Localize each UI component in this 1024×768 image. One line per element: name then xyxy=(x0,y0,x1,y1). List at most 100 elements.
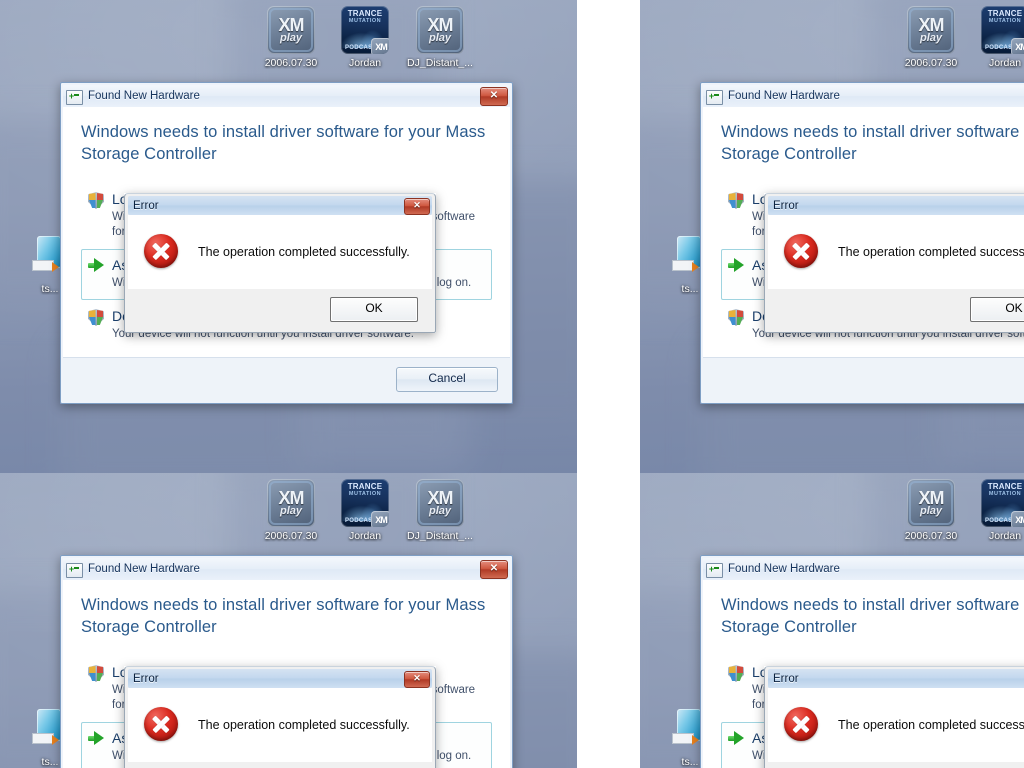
desktop-icon-xmplay-2[interactable]: XM play DJ_Distant_... xyxy=(402,6,478,69)
fnh-headline: Windows needs to install driver software… xyxy=(81,123,486,163)
error-body: The operation completed successfully. xyxy=(128,215,432,289)
desktop-icon-label: 2006.07.30 xyxy=(904,57,958,69)
error-titlebar[interactable]: Error ✕ xyxy=(768,669,1024,688)
green-arrow-icon xyxy=(728,256,752,291)
ok-button[interactable]: OK xyxy=(330,296,418,322)
desktop-icon-xmplay-1[interactable]: XM play 2006.07.30 xyxy=(253,479,329,542)
error-message: The operation completed successfully. xyxy=(198,245,410,259)
xmplay-logo-top: XM xyxy=(278,487,305,508)
desktop-icon-label: 2006.07.30 xyxy=(264,530,318,542)
tile-seam-vertical xyxy=(577,0,640,768)
error-message: The operation completed successfully. xyxy=(838,245,1024,259)
uac-shield-icon xyxy=(728,190,752,240)
desktop-icon-label: DJ_Distant_... xyxy=(407,530,473,542)
uac-shield-icon xyxy=(88,307,112,342)
desktop-icon-label: Jordan xyxy=(348,57,382,69)
xmplay-logo-bottom: play xyxy=(279,504,302,517)
desktop-icon-label: DJ_Distant_... xyxy=(407,57,473,69)
xmplay-logo-bottom: play xyxy=(428,504,451,517)
xmplay-overlay-badge: XM xyxy=(371,38,389,54)
fnh-window-title: Found New Hardware xyxy=(728,563,840,575)
error-dialog-title: Error xyxy=(773,199,799,212)
error-cross-icon xyxy=(784,234,820,270)
fnh-headline: Windows needs to install driver software… xyxy=(721,123,1024,163)
desktop-icon-label: Jordan xyxy=(348,530,382,542)
trance-mutation-icon: TRANCE MUTATION PODCAST XM xyxy=(341,479,389,527)
error-titlebar[interactable]: Error ✕ xyxy=(128,669,432,688)
cancel-button[interactable]: Cancel xyxy=(396,367,498,392)
error-dialog[interactable]: Error ✕ The operation completed successf… xyxy=(124,666,436,768)
xmplay-logo-top: XM xyxy=(278,14,305,35)
uac-shield-icon xyxy=(88,663,112,713)
fnh-window-title: Found New Hardware xyxy=(88,90,200,102)
trance-mutation-icon: TRANCE MUTATION PODCAST XM xyxy=(981,479,1024,527)
tile-top-right: XM play 2006.07.30 TRANCE MUTATION PODCA… xyxy=(640,0,1024,473)
error-body: The operation completed successfully. xyxy=(128,688,432,762)
ok-button[interactable]: OK xyxy=(970,296,1024,322)
error-body: The operation completed successfully. xyxy=(768,688,1024,762)
uac-shield-icon xyxy=(88,190,112,240)
fnh-headline: Windows needs to install driver software… xyxy=(81,596,486,636)
desktop-icon-xmplay-1[interactable]: XM play 2006.07.30 xyxy=(893,479,969,542)
fnh-footer: Cancel xyxy=(703,357,1024,401)
error-dialog[interactable]: Error ✕ The operation completed successf… xyxy=(764,666,1024,768)
error-titlebar[interactable]: Error ✕ xyxy=(128,196,432,215)
green-arrow-icon xyxy=(88,256,112,291)
fnh-titlebar[interactable]: + Found New Hardware ✕ xyxy=(703,558,1024,580)
fnh-titlebar[interactable]: + Found New Hardware ✕ xyxy=(63,558,510,580)
close-icon[interactable]: ✕ xyxy=(404,198,430,215)
xmplay-logo-bottom: play xyxy=(428,31,451,44)
cover-line-1: TRANCE xyxy=(347,482,383,491)
close-icon[interactable]: ✕ xyxy=(404,671,430,688)
error-dialog[interactable]: Error ✕ The operation completed successf… xyxy=(764,193,1024,333)
error-cross-icon xyxy=(144,234,180,270)
error-titlebar[interactable]: Error ✕ xyxy=(768,196,1024,215)
desktop-scene: XM play 2006.07.30 TRANCE MUTATION PODCA… xyxy=(640,473,1024,768)
xmplay-icon: XM play xyxy=(267,479,315,527)
xmplay-icon: XM play xyxy=(907,6,955,54)
error-dialog-title: Error xyxy=(133,672,159,685)
desktop-icon-xmplay-1[interactable]: XM play 2006.07.30 xyxy=(893,6,969,69)
cover-line-1: TRANCE xyxy=(987,482,1023,491)
desktop-icon-jordan[interactable]: TRANCE MUTATION PODCAST XM Jordan xyxy=(967,6,1024,69)
error-cross-icon xyxy=(784,707,820,743)
tile-bottom-right: XM play 2006.07.30 TRANCE MUTATION PODCA… xyxy=(640,473,1024,768)
desktop-icon-label: 2006.07.30 xyxy=(264,57,318,69)
green-arrow-icon xyxy=(728,729,752,764)
desktop-icon-label: Jordan xyxy=(988,57,1022,69)
fnh-titlebar[interactable]: + Found New Hardware ✕ xyxy=(63,85,510,107)
fnh-headline: Windows needs to install driver software… xyxy=(721,596,1024,636)
desktop-icon-xmplay-1[interactable]: XM play 2006.07.30 xyxy=(253,6,329,69)
error-message: The operation completed successfully. xyxy=(198,718,410,732)
xmplay-logo-bottom: play xyxy=(919,31,942,44)
desktop-scene: XM play 2006.07.30 TRANCE MUTATION PODCA… xyxy=(0,473,577,768)
add-hardware-icon: + xyxy=(706,562,723,578)
fnh-footer: Cancel xyxy=(63,357,510,401)
screen: XM play 2006.07.30 TRANCE MUTATION PODCA… xyxy=(0,0,1024,768)
error-cross-icon xyxy=(144,707,180,743)
error-dialog-title: Error xyxy=(773,672,799,685)
desktop-icon-jordan[interactable]: TRANCE MUTATION PODCAST XM Jordan xyxy=(327,6,403,69)
close-icon[interactable]: ✕ xyxy=(480,87,508,106)
trance-mutation-icon: TRANCE MUTATION PODCAST XM xyxy=(341,6,389,54)
desktop-icon-jordan[interactable]: TRANCE MUTATION PODCAST XM Jordan xyxy=(967,479,1024,542)
desktop-icon-jordan[interactable]: TRANCE MUTATION PODCAST XM Jordan xyxy=(327,479,403,542)
green-arrow-icon xyxy=(88,729,112,764)
error-footer: OK xyxy=(128,762,432,768)
cover-line-1: TRANCE xyxy=(987,9,1023,18)
uac-shield-icon xyxy=(728,663,752,713)
add-hardware-icon: + xyxy=(66,562,83,578)
error-dialog-title: Error xyxy=(133,199,159,212)
error-footer: OK xyxy=(768,762,1024,768)
fnh-titlebar[interactable]: + Found New Hardware ✕ xyxy=(703,85,1024,107)
xmplay-icon: XM play xyxy=(416,6,464,54)
error-dialog[interactable]: Error ✕ The operation completed successf… xyxy=(124,193,436,333)
desktop-icon-xmplay-2[interactable]: XM play DJ_Distant_... xyxy=(402,479,478,542)
xmplay-logo-bottom: play xyxy=(279,31,302,44)
cover-line-1: TRANCE xyxy=(347,9,383,18)
uac-shield-icon xyxy=(728,307,752,342)
close-icon[interactable]: ✕ xyxy=(480,560,508,579)
xmplay-overlay-badge: XM xyxy=(371,511,389,527)
xmplay-logo-top: XM xyxy=(918,487,945,508)
desktop-icon-label: Jordan xyxy=(988,530,1022,542)
